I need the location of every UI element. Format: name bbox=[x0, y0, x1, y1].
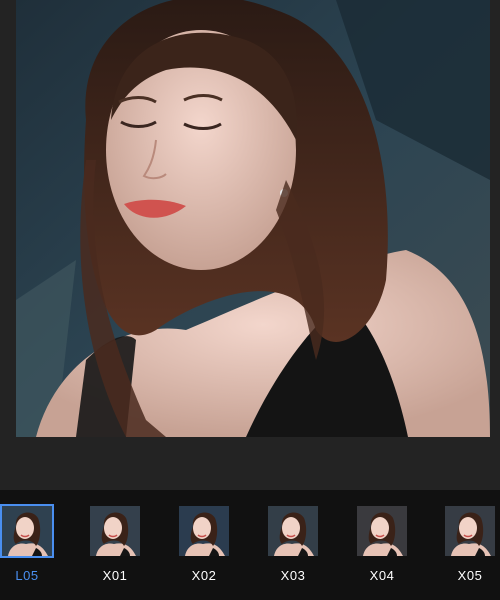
filter-label: X04 bbox=[369, 568, 395, 583]
filter-label: X03 bbox=[280, 568, 306, 583]
filter-label: L05 bbox=[15, 568, 39, 583]
filter-thumbnail bbox=[0, 504, 54, 558]
filter-x01[interactable]: X01 bbox=[88, 504, 142, 583]
filter-label: X02 bbox=[191, 568, 217, 583]
filter-thumbnail bbox=[179, 506, 229, 556]
filter-x04[interactable]: X04 bbox=[355, 504, 409, 583]
portrait-photo bbox=[16, 0, 490, 437]
filter-strip: L05 X01 X02 X03 X04 X05 bbox=[0, 490, 500, 600]
filter-x02[interactable]: X02 bbox=[177, 504, 231, 583]
filter-label: X01 bbox=[102, 568, 128, 583]
filter-thumbnail bbox=[357, 506, 407, 556]
photo-editor-screen: L05 X01 X02 X03 X04 X05 bbox=[0, 0, 500, 600]
filter-x03[interactable]: X03 bbox=[266, 504, 320, 583]
filter-x05[interactable]: X05 bbox=[443, 504, 497, 583]
photo-preview bbox=[16, 0, 490, 437]
filter-thumbnail bbox=[445, 506, 495, 556]
filter-thumbnail bbox=[268, 506, 318, 556]
filter-thumbnail bbox=[90, 506, 140, 556]
filter-label: X05 bbox=[457, 568, 483, 583]
filter-l05[interactable]: L05 bbox=[0, 504, 54, 583]
preview-area bbox=[0, 0, 500, 490]
